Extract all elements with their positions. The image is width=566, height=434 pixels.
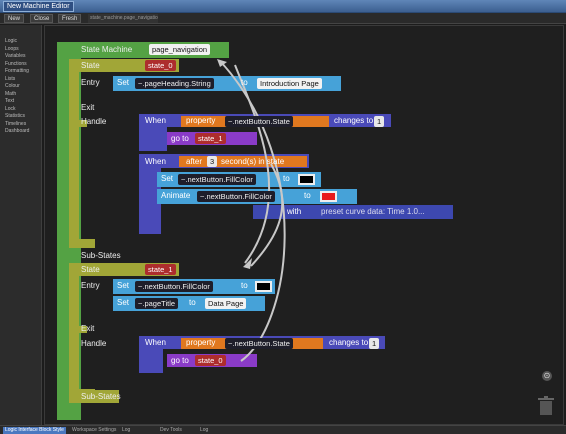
state0-property-label: property [186,116,216,125]
state0-animate-color-swatch[interactable] [320,191,337,202]
state0-after-label: after [186,157,203,166]
state1-substates-label: Sub-States [81,392,121,401]
state1-handle-label: Handle [81,339,107,348]
state0-label: State [81,61,100,70]
zoom-reset-icon[interactable]: ⊙ [542,371,552,381]
status-item-devtools[interactable]: Dev Tools [160,427,182,434]
state0-animate-to-label: to [304,191,311,200]
sidebar-item-formatting[interactable]: Formatting [0,68,41,76]
state1-entry2-target-field[interactable]: ~.pageTitle [135,298,179,309]
sidebar-item-text[interactable]: Text [0,98,41,106]
sidebar-item-functions[interactable]: Functions [0,61,41,69]
title-bar: New Machine Editor [0,0,566,13]
status-item-log[interactable]: Log [122,427,130,434]
state0-entry-label: Entry [81,78,100,87]
state1-when-label: When [145,338,166,347]
block-category-sidebar: Logic Loops Variables Functions Formatti… [0,25,42,425]
state-machine-label: State Machine [81,45,133,54]
sidebar-item-lists[interactable]: Lists [0,76,41,84]
state-machine-name-field[interactable]: page_navigation [149,44,211,55]
status-item-style[interactable]: Logic Interface Block Style [3,427,66,434]
new-button[interactable]: New [4,14,25,23]
state1-goto-target-field[interactable]: state_0 [195,355,226,366]
state0-animate-label: Animate [161,191,191,200]
state1-property-label: property [186,338,216,347]
sidebar-item-statistics[interactable]: Statistics [0,113,41,121]
status-item-log2[interactable]: Log [200,427,208,434]
state1-goto-label: go to [171,356,189,365]
state0-entry-to-label: to [241,78,248,87]
state0-handle-label: Handle [81,117,107,126]
state0-after-seconds-field[interactable]: 3 [207,156,218,167]
state0-changes-value-field[interactable]: 1 [374,116,385,127]
sidebar-item-loops[interactable]: Loops [0,46,41,54]
file-path-field[interactable]: state_machine.page_navigation.js [88,14,158,23]
state0-changes-to-label: changes to [334,116,374,125]
state1-exit-label: Exit [81,324,95,333]
status-item-settings[interactable]: Workspace Settings [72,427,116,434]
close-button[interactable]: Close [30,14,54,23]
state1-changes-to-label: changes to [329,338,369,347]
state1-entry1-color-swatch[interactable] [255,281,272,292]
state0-goto1-label: go to [171,134,189,143]
state1-entry2-set-label: Set [117,298,130,307]
state0-set-label: Set [161,174,174,183]
window-title: New Machine Editor [3,1,74,12]
state0-set-to-label: to [283,174,290,183]
state1-label: State [81,265,100,274]
state1-entry2-to-label: to [189,298,196,307]
state0-goto1-target-field[interactable]: state_1 [195,133,226,144]
state1-entry1-set-label: Set [117,281,130,290]
sidebar-item-math[interactable]: Math [0,91,41,99]
status-bar: Logic Interface Block Style Workspace Se… [0,425,566,434]
sidebar-item-variables[interactable]: Variables [0,53,41,61]
state0-substates-label: Sub-States [81,251,121,260]
state0-entry-set-label: Set [117,78,130,87]
state0-when1-label: When [145,116,166,125]
sidebar-item-dashboard[interactable]: Dashboard [0,128,41,136]
state0-when2-label: When [145,157,166,166]
state1-entry1-target-field[interactable]: ~.nextButton.FillColor [135,281,213,292]
state1-entry2-value-field[interactable]: Data Page [205,298,247,309]
state0-entry-value-field[interactable]: Introduction Page [257,78,322,89]
state0-seconds-label: second(s) in state [221,157,285,166]
sidebar-item-logic[interactable]: Logic [0,38,41,46]
state0-exit-label: Exit [81,103,95,112]
state0-property-field[interactable]: ~.nextButton.State [225,116,293,127]
sidebar-item-colour[interactable]: Colour [0,83,41,91]
state1-property-field[interactable]: ~.nextButton.State [225,338,293,349]
state0-set-target-field[interactable]: ~.nextButton.FillColor [178,174,256,185]
sidebar-item-timelines[interactable]: Timelines [0,121,41,129]
state0-animate-target-field[interactable]: ~.nextButton.FillColor [197,191,275,202]
state0-set-color-swatch[interactable] [298,174,315,185]
state1-entry-label: Entry [81,281,100,290]
state1-changes-value-field[interactable]: 1 [369,338,380,349]
trash-icon[interactable] [538,396,554,416]
state0-curve-field[interactable]: preset curve data: Time 1.0... [321,207,425,216]
toolbar: New Close Fresh state_machine.page_navig… [0,13,566,24]
state1-name-field[interactable]: state_1 [145,264,176,275]
fresh-button[interactable]: Fresh [58,14,82,23]
state0-entry-target-field[interactable]: ~.pageHeading.String [135,78,214,89]
block-workspace[interactable]: State Machine page_navigation State stat… [44,25,564,425]
state0-name-field[interactable]: state_0 [145,60,176,71]
state0-with-label: with [287,207,302,216]
state1-entry1-to-label: to [241,281,248,290]
sidebar-item-lock[interactable]: Lock [0,106,41,114]
